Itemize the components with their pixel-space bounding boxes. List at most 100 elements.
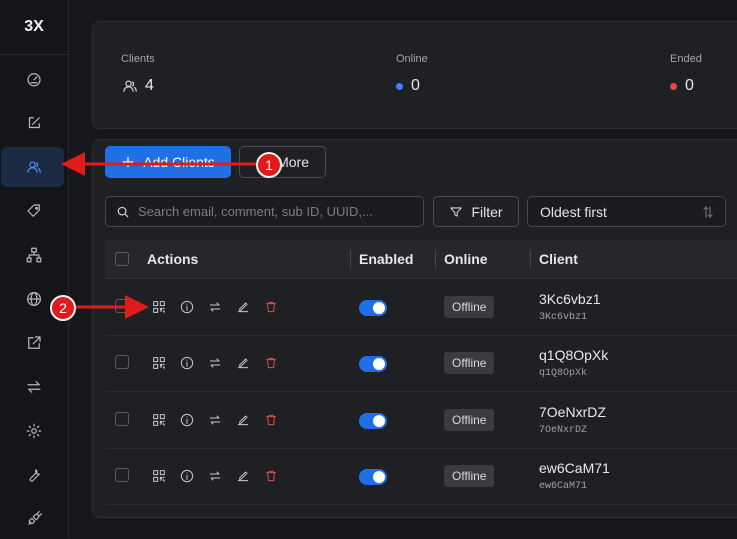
trash-icon[interactable]	[262, 298, 280, 316]
sidebar-item-inbounds[interactable]	[0, 103, 68, 143]
client-sub-id: ew6CaM71	[539, 481, 588, 492]
online-stat-value: 0	[396, 77, 420, 95]
globe-icon	[27, 292, 41, 306]
column-client: Client	[539, 251, 578, 267]
toggle-knob	[373, 471, 385, 483]
row-checkbox[interactable]	[115, 468, 129, 482]
sidebar-item-tools[interactable]	[0, 455, 68, 495]
sidebar-item-routing[interactable]	[0, 367, 68, 407]
info-icon[interactable]	[178, 354, 196, 372]
users-icon	[123, 80, 137, 92]
status-badge: Offline	[444, 296, 495, 318]
client-email: 3Kc6vbz1	[539, 291, 601, 307]
status-badge: Offline	[444, 409, 495, 431]
edit-square-icon	[28, 117, 40, 129]
row-checkbox[interactable]	[115, 299, 129, 313]
row-checkbox[interactable]	[115, 412, 129, 426]
edit-icon[interactable]	[234, 467, 252, 485]
online-stat-label: Online	[396, 53, 428, 65]
ended-stat-value: 0	[670, 77, 694, 95]
online-count: 0	[411, 77, 420, 94]
trash-icon[interactable]	[262, 354, 280, 372]
column-actions: Actions	[147, 251, 199, 267]
add-clients-button[interactable]: Add Clients	[105, 146, 231, 178]
row-checkbox[interactable]	[115, 355, 129, 369]
tag-icon	[27, 204, 40, 217]
trash-icon[interactable]	[262, 411, 280, 429]
clients-stat-value: 4	[121, 77, 154, 95]
enabled-toggle[interactable]	[359, 356, 387, 372]
sort-arrows-icon	[703, 205, 713, 218]
edit-icon[interactable]	[234, 298, 252, 316]
sidebar-item-dashboard[interactable]	[0, 59, 68, 99]
add-clients-label: Add Clients	[143, 154, 215, 170]
sidebar-item-nodes[interactable]	[0, 235, 68, 275]
more-label: More	[277, 154, 309, 170]
info-icon[interactable]	[178, 298, 196, 316]
info-icon[interactable]	[178, 411, 196, 429]
table-row: Offline 3Kc6vbz1 3Kc6vbz1	[105, 279, 737, 336]
toggle-knob	[373, 415, 385, 427]
wrench-icon	[29, 469, 40, 482]
users-icon	[27, 161, 41, 173]
qrcode-icon[interactable]	[150, 298, 168, 316]
toggle-knob	[373, 302, 385, 314]
status-badge: Offline	[444, 465, 495, 487]
search-input[interactable]	[136, 203, 410, 220]
swap-icon[interactable]	[206, 354, 224, 372]
stats-card: Clients 4 Online 0 Ended 0	[92, 21, 737, 129]
swap-icon[interactable]	[206, 411, 224, 429]
app-logo: 3X	[0, 0, 68, 55]
client-email: ew6CaM71	[539, 460, 610, 476]
qrcode-icon[interactable]	[150, 467, 168, 485]
column-divider	[350, 250, 351, 268]
column-divider	[435, 250, 436, 268]
enabled-toggle[interactable]	[359, 469, 387, 485]
table-row: Offline 7OeNxrDZ 7OeNxrDZ	[105, 392, 737, 449]
client-email: 7OeNxrDZ	[539, 404, 606, 420]
client-email: q1Q8OpXk	[539, 347, 609, 363]
clients-stat-label: Clients	[121, 53, 155, 65]
qrcode-icon[interactable]	[150, 354, 168, 372]
enabled-toggle[interactable]	[359, 413, 387, 429]
sidebar-item-settings[interactable]	[0, 411, 68, 451]
column-enabled: Enabled	[359, 251, 414, 267]
sidebar-item-plugin[interactable]	[0, 499, 68, 539]
client-sub-id: q1Q8OpXk	[539, 368, 588, 379]
callout-2: 2	[50, 295, 76, 321]
clients-count: 4	[145, 77, 154, 94]
client-sub-id: 7OeNxrDZ	[539, 425, 588, 436]
sort-value: Oldest first	[540, 203, 607, 220]
ended-stat-label: Ended	[670, 53, 702, 65]
sidebar-item-tags[interactable]	[0, 191, 68, 231]
online-dot	[396, 82, 403, 90]
filter-button[interactable]: Filter	[433, 196, 519, 227]
plug-icon	[28, 510, 43, 525]
sidebar-item-clients[interactable]	[0, 147, 68, 187]
more-button[interactable]: More	[239, 146, 326, 178]
gear-icon	[26, 423, 42, 439]
swap-icon[interactable]	[206, 467, 224, 485]
status-badge: Offline	[444, 352, 495, 374]
column-divider	[530, 250, 531, 268]
sort-select[interactable]: Oldest first	[527, 196, 726, 227]
trash-icon[interactable]	[262, 467, 280, 485]
gauge-icon	[27, 73, 41, 87]
callout-1: 1	[256, 152, 282, 178]
ended-count: 0	[685, 77, 694, 94]
edit-icon[interactable]	[234, 411, 252, 429]
filter-icon	[450, 206, 463, 217]
client-sub-id: 3Kc6vbz1	[539, 312, 588, 323]
qrcode-icon[interactable]	[150, 411, 168, 429]
filter-label: Filter	[471, 203, 503, 220]
swap-icon[interactable]	[206, 298, 224, 316]
enabled-toggle[interactable]	[359, 300, 387, 316]
toggle-knob	[373, 358, 385, 370]
search-box[interactable]	[105, 196, 424, 227]
external-link-icon	[28, 336, 41, 349]
info-icon[interactable]	[178, 467, 196, 485]
edit-icon[interactable]	[234, 354, 252, 372]
select-all-checkbox[interactable]	[115, 252, 129, 266]
table-header: Actions Enabled Online Client	[105, 240, 737, 279]
sidebar-item-outbound[interactable]	[0, 323, 68, 363]
